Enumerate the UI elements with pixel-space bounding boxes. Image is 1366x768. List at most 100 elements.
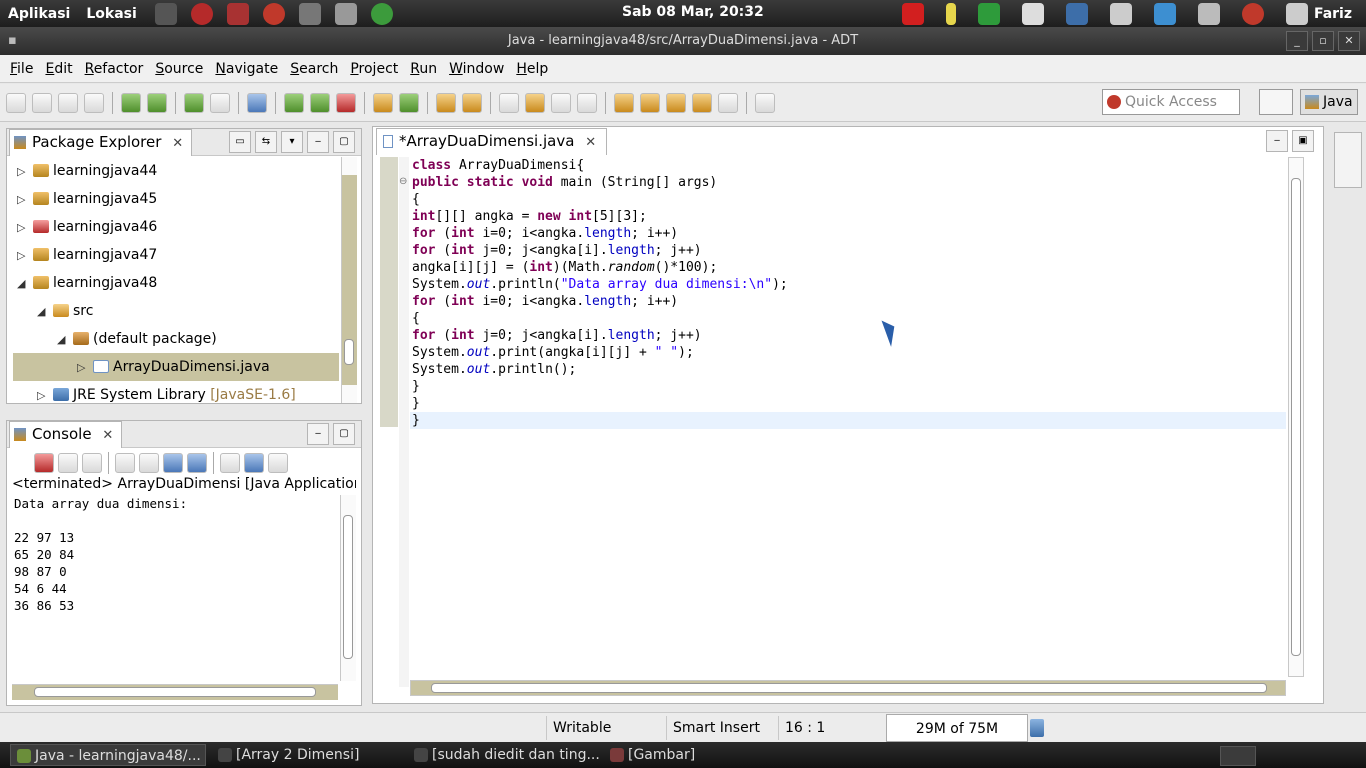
show-on-stdout-icon[interactable] (163, 453, 183, 473)
lightbulb-icon[interactable] (945, 2, 956, 25)
open-console-icon[interactable] (268, 453, 288, 473)
power-icon[interactable] (1241, 2, 1264, 25)
browser-icon[interactable] (370, 2, 393, 25)
fold-collapse-icon[interactable]: ⊖ (399, 176, 407, 187)
open-perspective-button[interactable] (1259, 89, 1293, 115)
menu-navigate[interactable]: Navigate (209, 61, 284, 77)
display-selected-console-icon[interactable] (244, 453, 264, 473)
save-all-icon[interactable] (58, 92, 78, 113)
scrollbar-thumb[interactable] (1291, 178, 1301, 656)
scrollbar-thumb[interactable] (343, 515, 353, 659)
collapse-arrow-icon[interactable]: ◢ (57, 326, 71, 354)
tree-item-learningjava46[interactable]: ▷ learningjava46 (17, 213, 157, 241)
minimize-view-button[interactable]: ‒ (307, 423, 329, 445)
expand-arrow-icon[interactable]: ▷ (77, 354, 91, 382)
java-perspective-button[interactable]: Java (1300, 89, 1358, 115)
bluetooth-icon[interactable] (1065, 2, 1088, 25)
applications-menu[interactable]: Aplikasi (0, 6, 78, 22)
android-sdk-manager-icon[interactable] (121, 92, 141, 113)
tree-item-jre-system-library[interactable]: ▷ JRE System Library [JavaSE-1.6] (37, 381, 296, 403)
next-annotation-icon[interactable] (614, 92, 634, 113)
keyboard-icon[interactable] (1021, 2, 1044, 25)
editor-tab[interactable]: *ArrayDuaDimensi.java ✕ (376, 128, 608, 155)
new-java-package-icon[interactable] (373, 92, 393, 113)
garbage-collect-icon[interactable] (1030, 719, 1044, 737)
back-icon[interactable] (692, 92, 712, 113)
minimize-view-button[interactable]: ‒ (307, 131, 329, 153)
clock[interactable]: Sab 08 Mar, 20:32 (622, 4, 764, 20)
minimize-window-button[interactable]: _ (1286, 31, 1308, 51)
tree-item-arrayduadimensi-java[interactable]: ▷ ArrayDuaDimensi.java (13, 353, 339, 381)
tree-item-learningjava48[interactable]: ◢ learningjava48 (17, 269, 157, 297)
skip-breakpoints-icon[interactable] (247, 92, 267, 113)
task-sudah-diedit[interactable]: [sudah diedit dan ting... (408, 744, 604, 766)
new-android-project-icon[interactable] (210, 92, 230, 113)
package-explorer-scrollbar[interactable] (341, 157, 357, 403)
menu-project[interactable]: Project (344, 61, 404, 77)
task-array-2-dimensi[interactable]: [Array 2 Dimensi] (212, 744, 408, 766)
menu-run[interactable]: Run (404, 61, 443, 77)
console-tab[interactable]: Console ✕ (9, 421, 123, 448)
view-menu-button[interactable]: ▾ (281, 131, 303, 153)
network-icon[interactable] (1153, 2, 1176, 25)
close-window-button[interactable]: ✕ (1338, 31, 1360, 51)
places-menu[interactable]: Lokasi (78, 6, 144, 22)
mark-occurrences-icon[interactable] (525, 92, 545, 113)
scroll-lock-icon[interactable] (139, 453, 159, 473)
tree-item-learningjava45[interactable]: ▷ learningjava45 (17, 185, 157, 213)
task-gambar[interactable]: [Gambar] (604, 744, 800, 766)
console-vertical-scrollbar[interactable] (340, 495, 356, 681)
window-menu-icon[interactable]: ▪ (8, 27, 17, 55)
expand-arrow-icon[interactable]: ▷ (17, 158, 31, 186)
lint-check-icon[interactable] (184, 92, 204, 113)
pin-editor-icon[interactable] (755, 92, 775, 113)
minimize-editor-button[interactable]: ‒ (1266, 130, 1288, 152)
menu-edit[interactable]: Edit (39, 61, 78, 77)
close-icon[interactable]: ✕ (102, 428, 113, 443)
run-icon[interactable] (310, 92, 330, 113)
workspace-switcher[interactable] (1220, 746, 1256, 766)
collapse-arrow-icon[interactable]: ◢ (37, 298, 51, 326)
menu-source[interactable]: Source (149, 61, 209, 77)
help-icon[interactable] (262, 2, 285, 25)
console-horizontal-scrollbar[interactable] (12, 684, 338, 700)
new-java-class-icon[interactable] (399, 92, 419, 113)
terminate-icon[interactable] (34, 453, 54, 473)
quick-access-input[interactable]: Quick Access (1102, 89, 1240, 115)
collapse-all-button[interactable]: ▭ (229, 131, 251, 153)
forward-icon[interactable] (718, 92, 738, 113)
volume-icon[interactable] (1109, 2, 1132, 25)
link-with-editor-button[interactable]: ⇆ (255, 131, 277, 153)
scrollbar-thumb[interactable] (344, 339, 354, 365)
menu-help[interactable]: Help (510, 61, 554, 77)
remove-all-terminated-icon[interactable] (82, 453, 102, 473)
restore-views-panel[interactable] (1334, 132, 1362, 188)
maximize-view-button[interactable]: ▢ (333, 423, 355, 445)
maximize-view-button[interactable]: ▢ (333, 131, 355, 153)
tree-item-default-package[interactable]: ◢ (default package) (57, 325, 217, 353)
alert-icon[interactable] (901, 2, 924, 25)
save-icon[interactable] (32, 92, 52, 113)
tools-icon[interactable] (298, 2, 321, 25)
editor-vertical-scrollbar[interactable] (1288, 157, 1304, 677)
menu-window[interactable]: Window (443, 61, 510, 77)
show-whitespace-icon[interactable] (577, 92, 597, 113)
android-avd-manager-icon[interactable] (147, 92, 167, 113)
expand-arrow-icon[interactable]: ▷ (17, 186, 31, 214)
tree-item-src[interactable]: ◢ src (37, 297, 93, 325)
last-edit-location-icon[interactable] (666, 92, 686, 113)
menu-file[interactable]: File (4, 61, 39, 77)
expand-arrow-icon[interactable]: ▷ (17, 214, 31, 242)
system-icon[interactable] (334, 2, 357, 25)
remove-launch-icon[interactable] (58, 453, 78, 473)
task-java-ide[interactable]: Java - learningjava48/... (10, 744, 206, 766)
maximize-window-button[interactable]: ▫ (1312, 31, 1334, 51)
user-menu[interactable]: Fariz (1285, 2, 1352, 25)
editor-horizontal-scrollbar[interactable] (410, 680, 1286, 696)
tree-item-learningjava44[interactable]: ▷ learningjava44 (17, 157, 157, 185)
scrollbar-thumb[interactable] (34, 687, 316, 697)
launcher-icon[interactable] (154, 2, 177, 25)
code-editor[interactable]: class ArrayDuaDimensi{ public static voi… (410, 157, 1286, 685)
close-icon[interactable]: ✕ (585, 135, 596, 150)
menu-refactor[interactable]: Refactor (79, 61, 150, 77)
